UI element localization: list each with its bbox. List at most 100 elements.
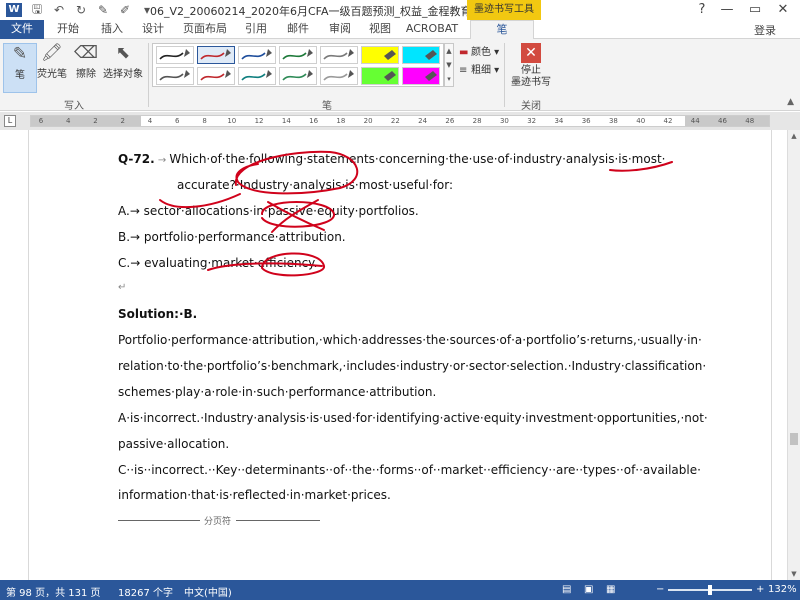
pen-swatch[interactable] [156, 67, 194, 85]
pen-color-option[interactable]: ▬ 颜色 ▾ [459, 43, 499, 58]
gallery-down-icon[interactable]: ▼ [445, 58, 453, 72]
select-objects-button[interactable]: ⬉ 选择对象 [101, 43, 145, 80]
solution-text: Solution:·B. [118, 307, 198, 321]
option-a: A.→ sector·allocations·in·passive·equity… [118, 204, 419, 218]
gallery-more-icon[interactable]: ▾ [445, 72, 453, 86]
ribbon-tabs: 文件 开始 插入 设计 页面布局 引用 邮件 审阅 视图 ACROBAT 笔 登… [0, 20, 800, 40]
read-mode-icon[interactable]: ▤ [562, 584, 571, 595]
select-objects-button-label: 选择对象 [103, 69, 143, 80]
scroll-thumb[interactable] [790, 433, 798, 445]
zoom-level[interactable]: 132% [768, 584, 797, 595]
tab-pens[interactable]: 笔 [470, 20, 534, 40]
tab-view[interactable]: 视图 [362, 20, 398, 39]
save-icon[interactable]: 🖫 [26, 0, 48, 21]
tab-references[interactable]: 引用 [238, 20, 274, 39]
ruler-tick-label: 34 [554, 117, 564, 125]
tab-page-layout[interactable]: 页面布局 [177, 20, 233, 39]
pen-swatch[interactable] [197, 46, 235, 64]
pen-swatch[interactable] [320, 46, 358, 64]
pen-swatch[interactable] [279, 46, 317, 64]
highlighter-icon: 🖍 [41, 43, 63, 63]
zoom-out-button[interactable]: − [656, 584, 664, 595]
restore-button[interactable]: ▭ [741, 0, 769, 20]
ruler-tick-label: 8 [202, 117, 207, 125]
word-count[interactable]: 18267 个字 [118, 584, 173, 599]
highlighter-icon[interactable]: ✐ [114, 3, 136, 17]
eraser-button[interactable]: ⌫ 擦除 [70, 43, 102, 80]
quick-access-toolbar: W 🖫 ↶ ↻ ✎ ✐ ▾ [0, 0, 158, 20]
gallery-scroll[interactable]: ▲ ▼ ▾ [444, 43, 454, 87]
tab-file[interactable]: 文件 [0, 20, 44, 39]
document-title: 06_V2_20060214_2020年6月CFA一级百题预测_权益_金程教育（… [150, 5, 505, 18]
ruler-tick-label: 22 [390, 117, 400, 125]
word-app-icon[interactable]: W [6, 3, 22, 17]
pen-button[interactable]: ✎ 笔 [3, 43, 37, 93]
pen-swatch[interactable] [402, 46, 440, 64]
highlighter-button[interactable]: 🖍 荧光笔 [36, 43, 68, 80]
pen-swatch[interactable] [238, 67, 276, 85]
status-bar: 第 98 页，共 131 页 18267 个字 中文(中国) ▤ ▣ ▦ − +… [0, 580, 800, 600]
collapse-ribbon-icon[interactable]: ▲ [787, 97, 794, 107]
vertical-scrollbar[interactable]: ▲ ▼ [787, 130, 800, 580]
pen-icon[interactable]: ✎ [92, 3, 114, 17]
ribbon: ✎ 笔 🖍 荧光笔 ⌫ 擦除 ⬉ 选择对象 写入 ▲ ▼ ▾ ▬ 颜色 ▾ ≡ 粗细… [0, 39, 800, 112]
pen-swatch[interactable] [279, 67, 317, 85]
pen-swatch[interactable] [238, 46, 276, 64]
stop-inking-button[interactable]: ✕ 停止 墨迹书写 [509, 43, 553, 89]
ruler-tick-label: 2 [120, 117, 125, 125]
gallery-up-icon[interactable]: ▲ [445, 44, 453, 58]
horizontal-ruler: L 6 4 2 2 4 6 8 10 12 14 16 18 20 22 24 26 28 30 32 34 36 38 4… [0, 112, 800, 130]
ruler-tick-label: 16 [309, 117, 319, 125]
pen-thickness-option[interactable]: ≡ 粗细 ▾ [459, 61, 499, 76]
ruler-tick-label: 30 [499, 117, 509, 125]
ruler-bar[interactable]: 6 4 2 2 4 6 8 10 12 14 16 18 20 22 24 26 28 30 32 34 36 38 40 4… [30, 115, 770, 127]
scroll-up-icon[interactable]: ▲ [788, 130, 800, 142]
redo-icon[interactable]: ↻ [70, 3, 92, 17]
question-number: Q-72. [118, 152, 155, 166]
tab-home[interactable]: 开始 [50, 20, 86, 39]
ruler-tick-label: 2 [93, 117, 98, 125]
pen-gallery [152, 43, 444, 87]
language-indicator[interactable]: 中文(中国) [184, 584, 232, 599]
tab-insert[interactable]: 插入 [94, 20, 130, 39]
web-layout-icon[interactable]: ▦ [606, 584, 615, 595]
page-break-label: 分页符 [204, 517, 232, 527]
tab-stop-selector[interactable]: L [4, 115, 16, 127]
tab-review[interactable]: 审阅 [322, 20, 358, 39]
ruler-tick-label: 4 [147, 117, 153, 125]
ruler-tick-label: 36 [581, 117, 591, 125]
page-count[interactable]: 第 98 页，共 131 页 [6, 584, 101, 599]
stop-inking-label-1: 停止 [521, 65, 541, 76]
undo-icon[interactable]: ↶ [48, 3, 70, 17]
tab-acrobat[interactable]: ACROBAT [403, 20, 461, 39]
explanation-line-7: information·that·is·reflected·in·market·… [118, 488, 391, 502]
minimize-button[interactable]: — [713, 0, 741, 20]
write-group-label: 写入 [64, 101, 84, 112]
pen-swatch[interactable] [402, 67, 440, 85]
close-button[interactable]: ✕ [769, 0, 797, 20]
stop-inking-icon: ✕ [521, 43, 541, 63]
document-area[interactable]: Q-72. → Which·of·the·following·statement… [0, 130, 787, 580]
tab-design[interactable]: 设计 [135, 20, 171, 39]
question-line-1: Q-72. → Which·of·the·following·statement… [118, 152, 666, 166]
explanation-line-4: A·is·incorrect.·Industry·analysis·is·use… [118, 411, 708, 425]
zoom-in-button[interactable]: + [756, 584, 764, 595]
zoom-slider-thumb[interactable] [708, 585, 712, 595]
sign-in-link[interactable]: 登录 [754, 22, 776, 38]
pen-swatch[interactable] [156, 46, 194, 64]
option-c: C.→ evaluating·market·efficiency. [118, 256, 318, 270]
tab-mailings[interactable]: 邮件 [280, 20, 316, 39]
pen-swatch[interactable] [361, 67, 399, 85]
ruler-tick-label: 24 [418, 117, 428, 125]
pen-swatch[interactable] [320, 67, 358, 85]
print-layout-icon[interactable]: ▣ [584, 584, 593, 595]
pen-swatch[interactable] [361, 46, 399, 64]
help-icon[interactable]: ? [688, 0, 716, 20]
pens-group-label: 笔 [322, 101, 332, 112]
ruler-tick-label: 14 [281, 117, 291, 125]
option-b: B.→ portfolio·performance·attribution. [118, 230, 346, 244]
scroll-down-icon[interactable]: ▼ [788, 568, 800, 580]
close-group-label: 关闭 [521, 101, 541, 112]
pen-swatch[interactable] [197, 67, 235, 85]
document-page[interactable]: Q-72. → Which·of·the·following·statement… [28, 130, 772, 580]
